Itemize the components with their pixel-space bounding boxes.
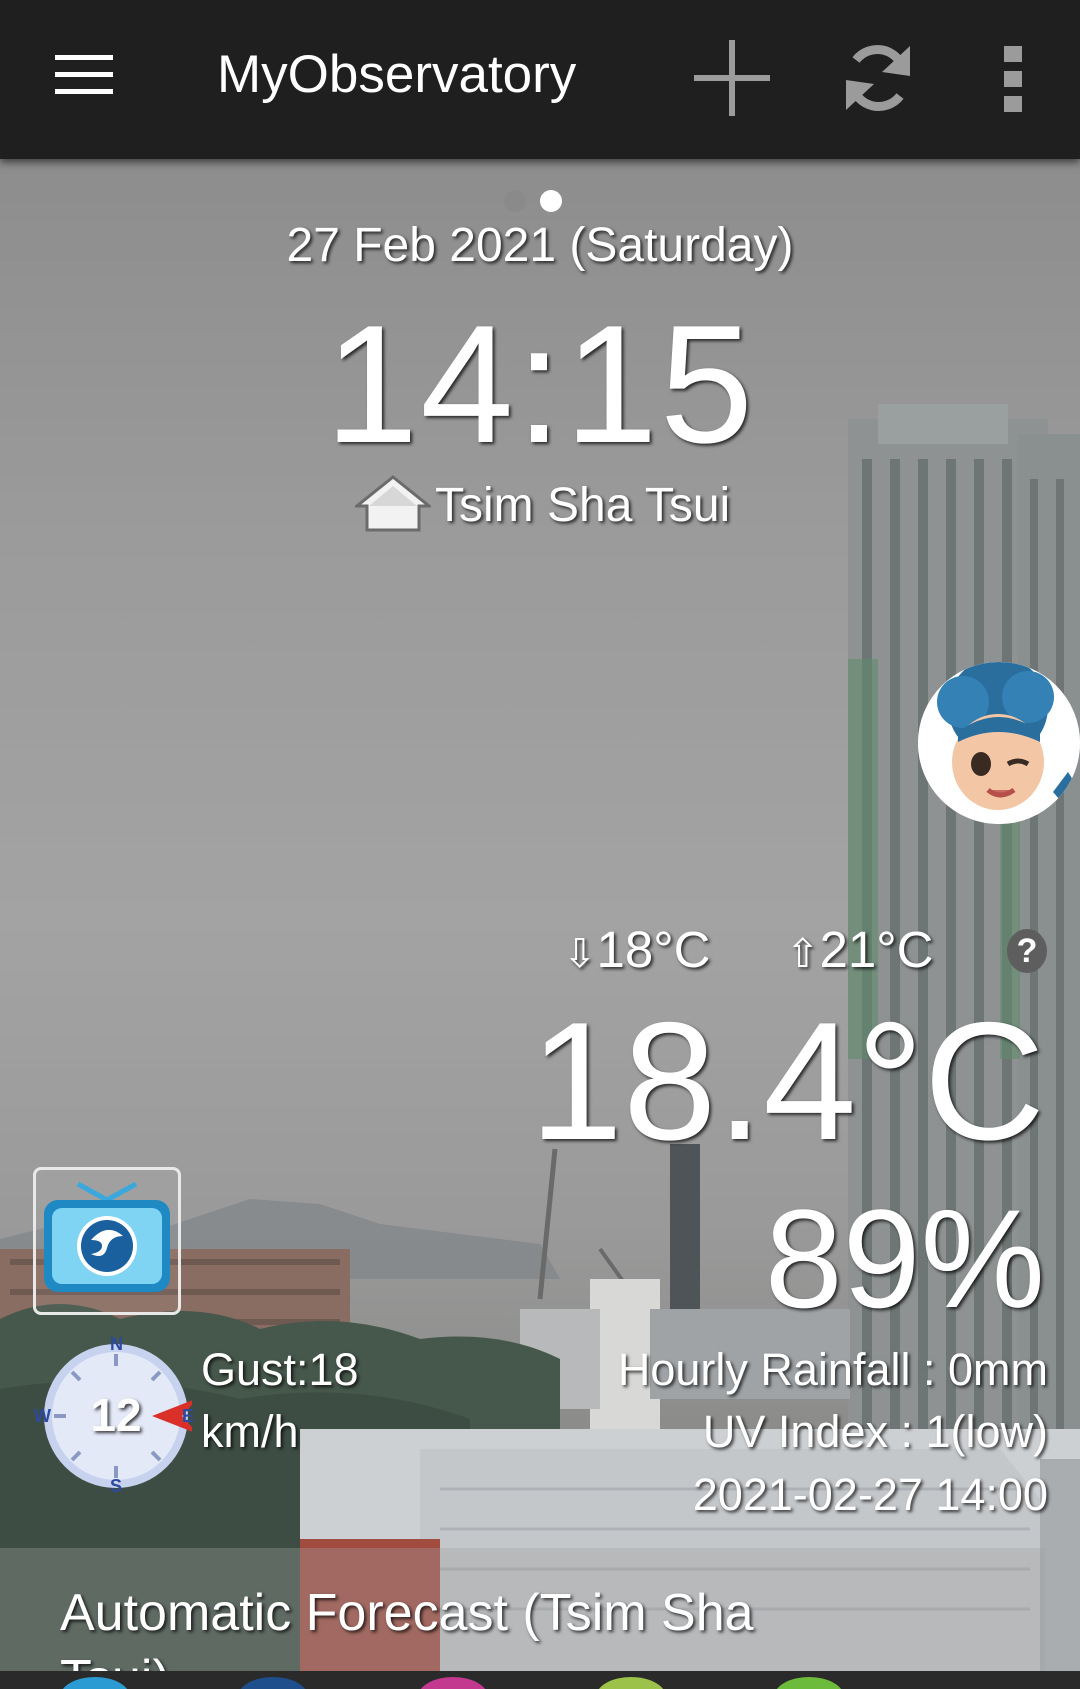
gust-label: Gust:18 [201,1344,359,1395]
hourly-rainfall: Hourly Rainfall : 0mm [617,1344,1048,1395]
max-temp-value: 21°C [819,921,934,978]
wind-compass: N E S W 12 [34,1334,194,1496]
app-bar: MyObservatory [0,0,1080,159]
location-name: Tsim Sha Tsui [435,479,731,532]
min-temperature: ⇩18°C [563,920,710,979]
shortcut-icon-4[interactable] [596,1677,666,1689]
arrow-up-icon: ⇧ [786,932,820,976]
shortcut-icon-3[interactable] [418,1677,488,1689]
pager-dot-1[interactable] [504,190,526,212]
app-title: MyObservatory [217,45,577,104]
gust-unit: km/h [201,1406,299,1457]
min-temp-value: 18°C [596,921,711,978]
more-vert-icon[interactable] [993,38,1033,118]
shortcut-icon-2[interactable] [238,1677,308,1689]
compass-north-label: N [110,1334,123,1354]
menu-icon[interactable] [55,55,113,95]
tv-icon [44,1181,170,1292]
shortcut-icon-1[interactable] [60,1677,130,1689]
bottom-shortcut-bar [0,1671,1080,1689]
assistant-avatar[interactable] [918,662,1080,824]
arrow-down-icon: ⇩ [563,932,597,976]
uv-index: UV Index : 1(low) [702,1406,1048,1457]
date-label: 27 Feb 2021 (Saturday) [286,219,794,272]
observation-time: 2021-02-27 14:00 [692,1469,1048,1520]
refresh-icon[interactable] [838,38,918,118]
shortcut-icon-5[interactable] [774,1677,844,1689]
max-temperature: ⇧21°C [786,920,933,979]
current-time: 14:15 [324,290,756,478]
wind-speed: 12 [90,1389,142,1441]
current-temperature: 18.4°C [529,987,1045,1175]
cartoon-boy-icon [918,662,1080,824]
automatic-forecast-panel[interactable]: Automatic Forecast (Tsim Sha Tsui) [0,1548,1045,1674]
help-icon[interactable]: ? [1007,929,1047,973]
pager-dot-2-active[interactable] [540,190,562,212]
compass-south-label: S [110,1476,123,1496]
add-icon[interactable] [692,38,772,118]
home-icon [355,475,431,532]
weather-tv-button[interactable] [33,1167,181,1315]
forecast-title: Automatic Forecast (Tsim Sha Tsui) [60,1584,754,1674]
relative-humidity: 89% [764,1180,1045,1337]
